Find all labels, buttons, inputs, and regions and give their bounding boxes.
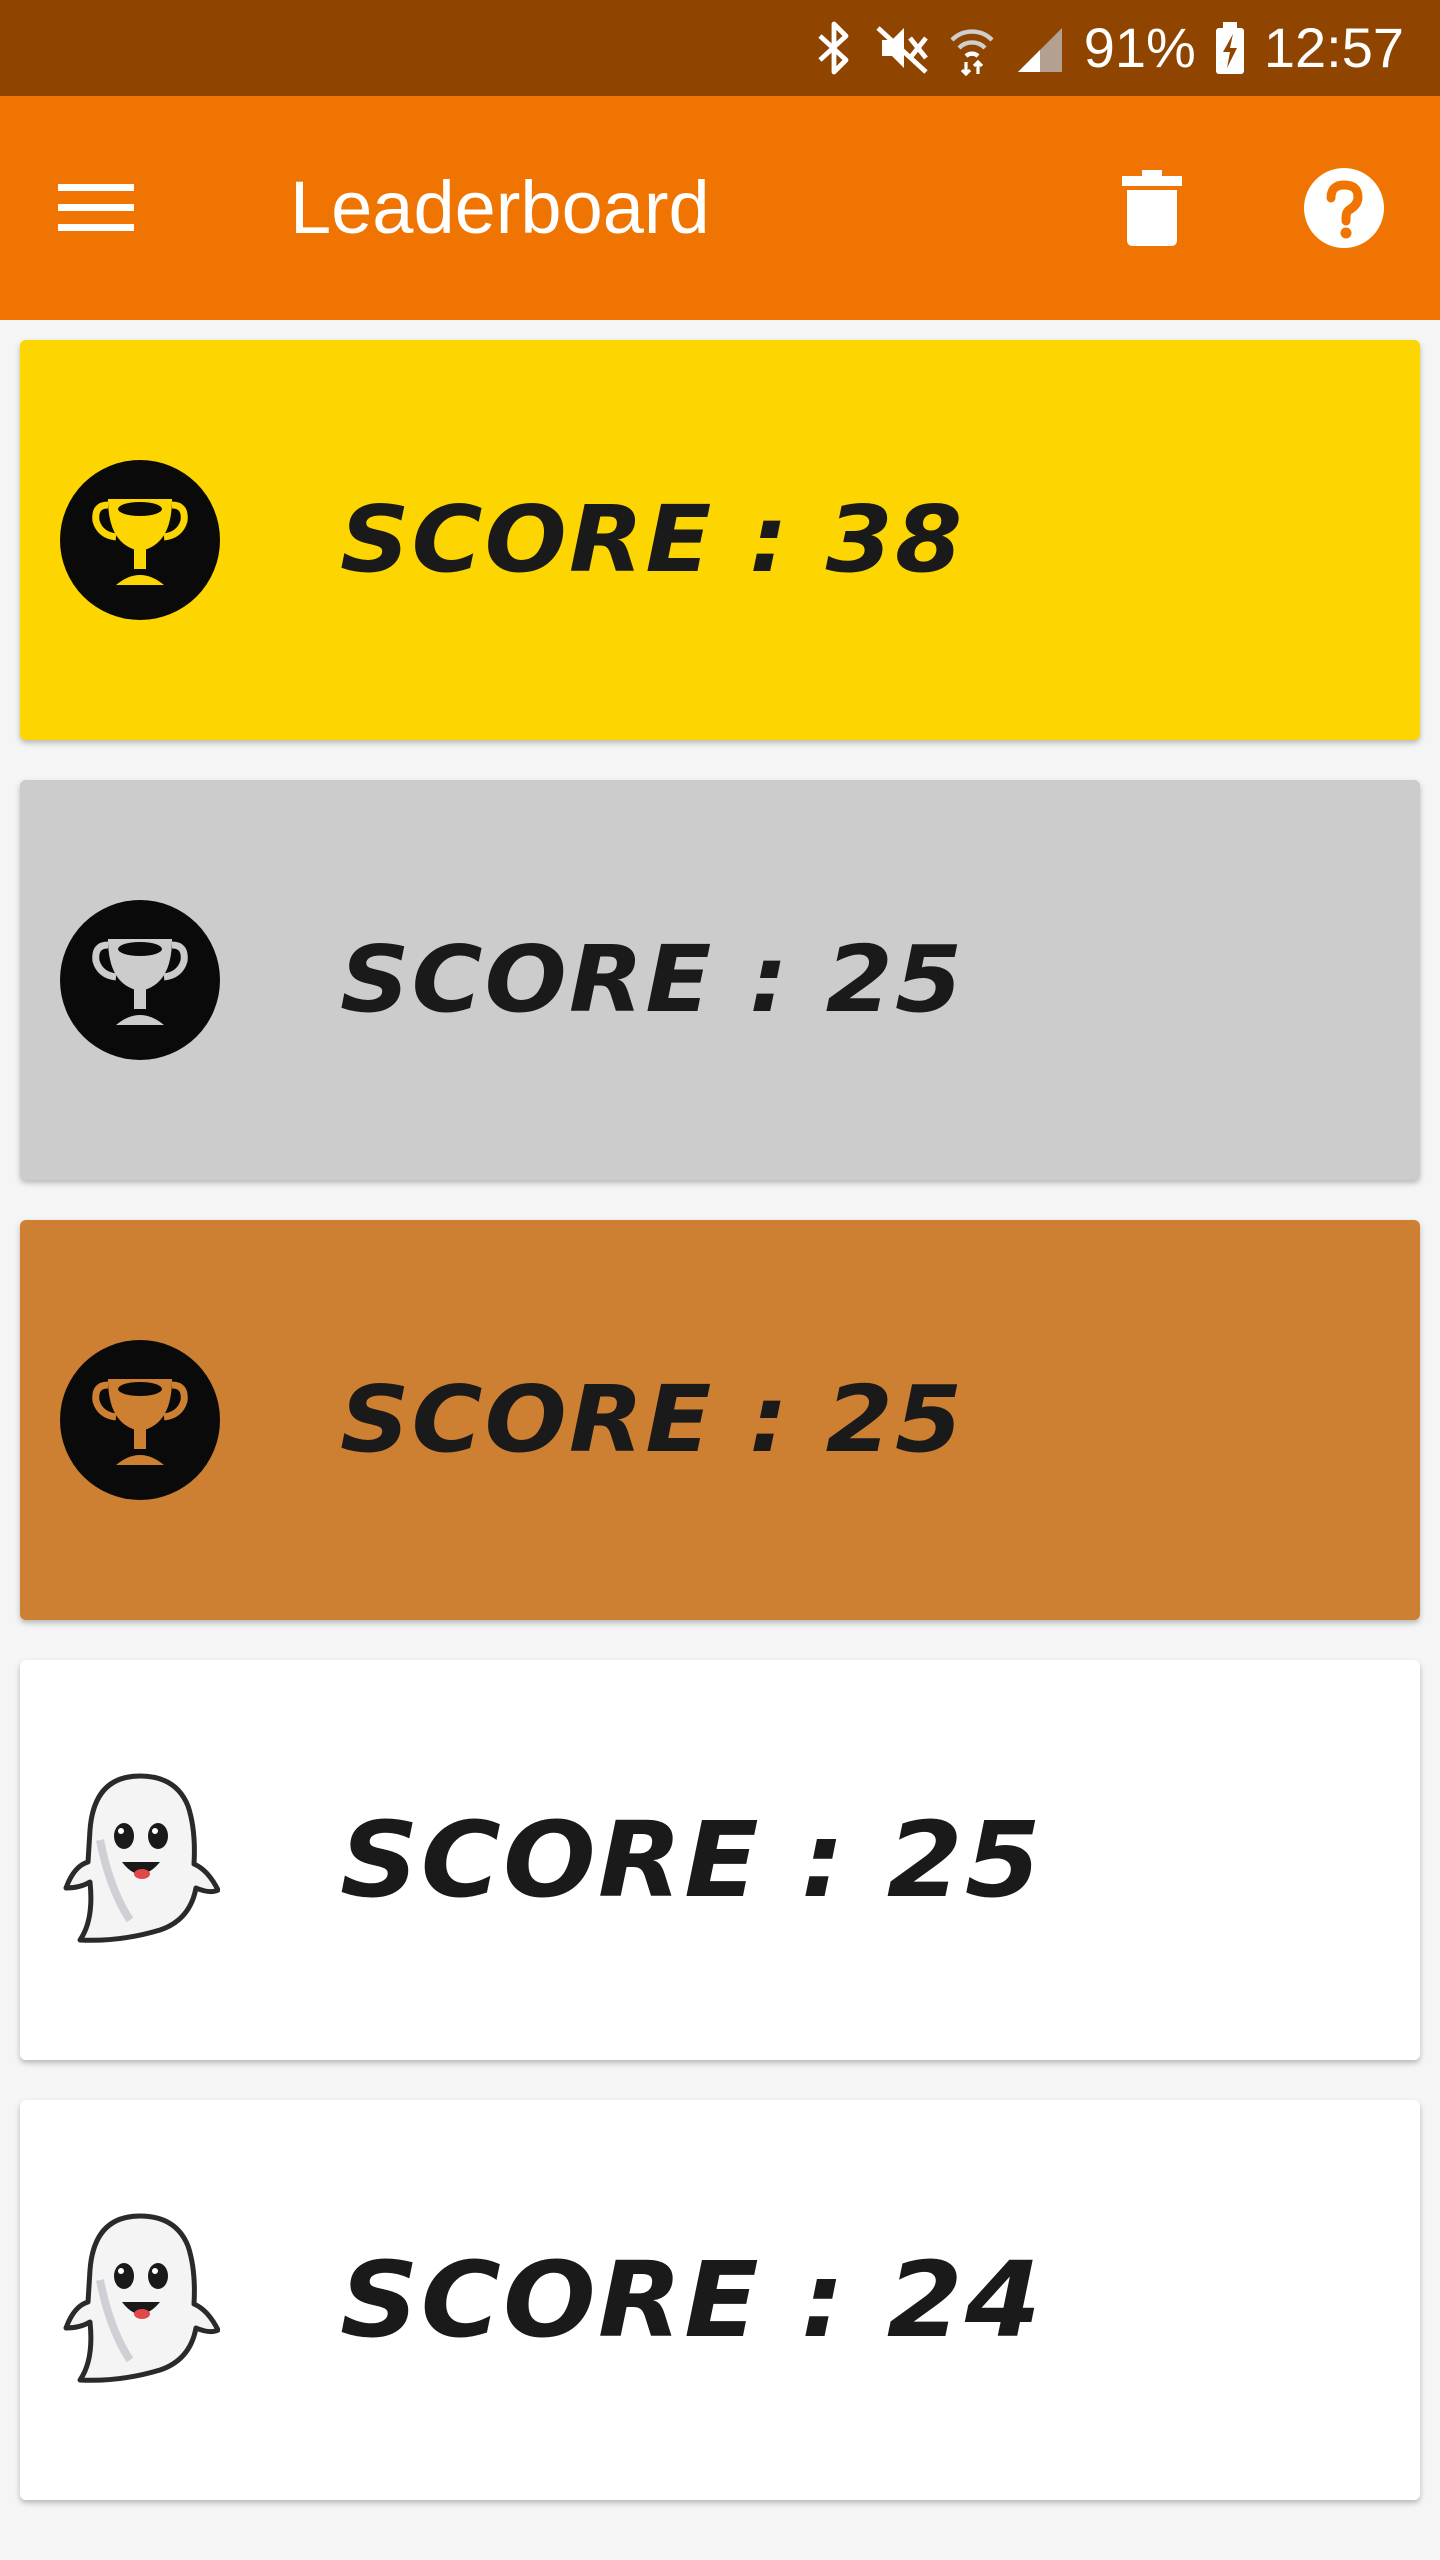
trophy-bronze-icon: [92, 1379, 188, 1465]
battery-charging-icon: [1215, 22, 1244, 74]
help-icon: [1304, 168, 1384, 248]
trophy-badge: [60, 460, 220, 620]
score-label: SCORE : 25: [340, 1799, 1043, 1921]
bluetooth-icon: [818, 21, 849, 75]
wifi-icon: [950, 29, 994, 76]
trophy-badge: [60, 900, 220, 1060]
clock-time: 12:57: [1263, 16, 1404, 79]
page-title: Leaderboard: [290, 166, 710, 249]
leaderboard-entry-4[interactable]: SCORE : 25: [20, 1660, 1420, 2060]
menu-button[interactable]: [40, 152, 152, 264]
status-icons: 91% 12:57: [812, 0, 1404, 96]
leaderboard-entry-3[interactable]: SCORE : 25: [20, 1220, 1420, 1620]
battery-percent: 91%: [1083, 16, 1196, 79]
ghost-icon: [63, 1773, 220, 1943]
ghost-icon: [63, 2213, 220, 2383]
leaderboard-entry-2[interactable]: SCORE : 25: [20, 780, 1420, 1180]
score-label: SCORE : 25: [340, 1366, 965, 1473]
trophy-gold-icon: [92, 499, 188, 585]
score-label: SCORE : 38: [340, 486, 965, 593]
signal-icon: [1017, 28, 1062, 72]
delete-button[interactable]: [1096, 152, 1208, 264]
score-label: SCORE : 24: [340, 2239, 1043, 2361]
app-bar: Leaderboard: [0, 96, 1440, 320]
leaderboard-entry-5[interactable]: SCORE : 24: [20, 2100, 1420, 2500]
trash-icon: [1122, 170, 1182, 246]
status-bar: 91% 12:57: [0, 0, 1440, 96]
help-button[interactable]: [1288, 152, 1400, 264]
menu-icon: [58, 184, 134, 231]
score-label: SCORE : 25: [340, 926, 965, 1033]
leaderboard-entry-1[interactable]: SCORE : 38: [20, 340, 1420, 740]
mute-icon: [876, 26, 928, 74]
trophy-badge: [60, 1340, 220, 1500]
trophy-silver-icon: [92, 939, 188, 1025]
